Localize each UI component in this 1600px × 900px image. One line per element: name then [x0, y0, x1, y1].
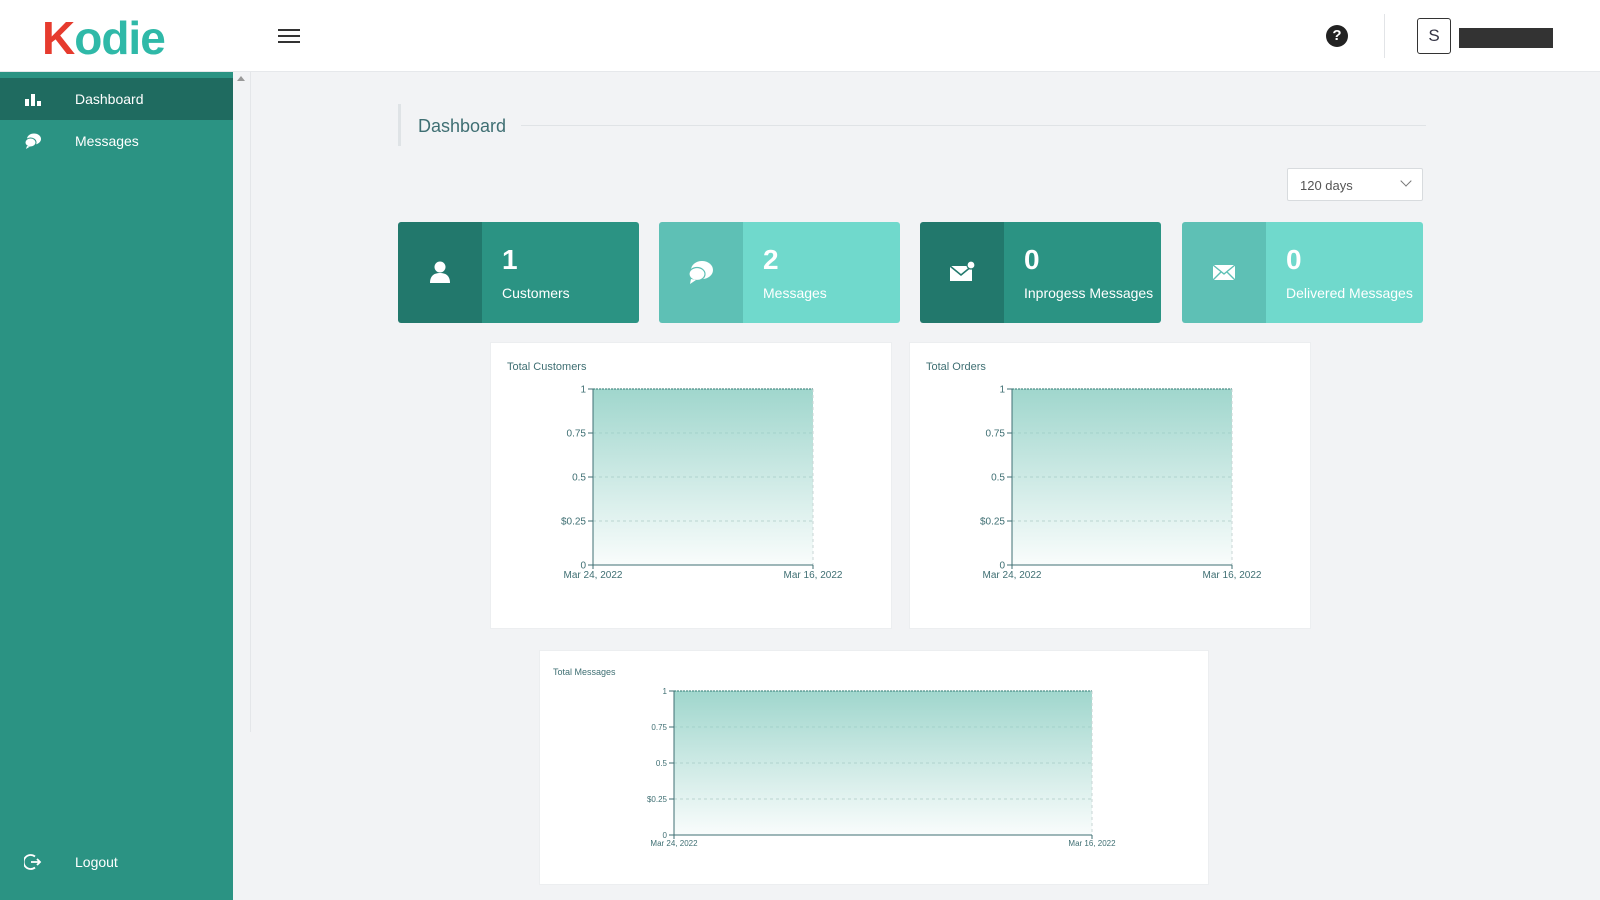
area-chart: 0$0.250.50.751Mar 24, 2022 Mar 16, 2022 [647, 687, 1116, 848]
scroll-up-arrow-icon[interactable] [237, 76, 245, 81]
page-title: Dashboard [418, 116, 507, 136]
title-divider [521, 125, 1426, 126]
sidebar-item-label: Messages [75, 133, 139, 149]
stat-icon-panel [1182, 222, 1266, 323]
sidebar-item-messages[interactable]: Messages [0, 120, 233, 162]
top-bar: Kodie ? S [0, 0, 1600, 72]
chart-card-total-orders: 0 $0.25 0.5 0.75 1 Mar 24, 2022 Mar 16, 2022 T… [909, 342, 1311, 629]
stat-label: Customers [502, 285, 570, 301]
days-range-value: 120 days [1300, 178, 1353, 193]
area-chart: 0$0.250.50.751Mar 24, 2022 Mar 16, 2022 [561, 385, 843, 582]
y-tick-label: 0.5 [572, 473, 586, 484]
envelope-dot-icon [949, 260, 976, 281]
stat-text-panel: 0 Inprogess Messages [1004, 222, 1161, 323]
stat-text-panel: 2 Messages [743, 222, 900, 323]
chat-bubble-icon [24, 133, 41, 149]
stat-value: 1 [502, 244, 518, 275]
x-tick-label: Mar 16, 2022 [1068, 839, 1116, 848]
x-tick-label: Mar 24, 2022 [650, 839, 698, 848]
stat-value: 0 [1286, 244, 1302, 275]
stat-card-inprogress-messages[interactable]: 0 Inprogess Messages [920, 222, 1161, 323]
stat-text-panel: 1 Customers [482, 222, 639, 323]
y-tick-label: 0.5 [991, 473, 1005, 484]
stat-text-panel: 0 Delivered Messages [1266, 222, 1423, 323]
stat-card-delivered-messages[interactable]: 0 Delivered Messages [1182, 222, 1423, 323]
y-tick-label: 0.75 [986, 429, 1006, 440]
y-tick-label: $0.25 [980, 517, 1005, 528]
y-tick-label: 0.75 [651, 723, 667, 732]
logout-icon [24, 854, 42, 870]
y-tick-label: 1 [663, 687, 668, 696]
kodie-logo[interactable]: Kodie [42, 14, 212, 62]
hamburger-icon[interactable] [278, 26, 300, 46]
username-redacted[interactable] [1459, 28, 1553, 48]
y-tick-label: $0.25 [647, 795, 668, 804]
stat-value: 2 [763, 244, 779, 275]
stat-icon-panel [659, 222, 743, 323]
logo-text: Kodie [42, 12, 166, 64]
sidebar-item-label: Dashboard [75, 91, 144, 107]
x-tick-label: Mar 16, 2022 [1203, 570, 1262, 581]
sidebar-scrollbar[interactable] [233, 72, 251, 732]
sidebar-item-logout[interactable]: Logout [0, 841, 233, 883]
area-fill [674, 691, 1092, 835]
header-divider [1384, 14, 1385, 58]
y-tick-label: 1 [999, 385, 1005, 396]
area-fill [593, 389, 813, 565]
chart-title: Total Customers [507, 361, 587, 373]
stat-label: Inprogess Messages [1024, 285, 1154, 301]
days-range-select[interactable]: 120 days [1287, 168, 1423, 201]
stat-label: Delivered Messages [1286, 285, 1413, 301]
envelope-icon [1212, 264, 1236, 281]
y-tick-label: 0.75 [567, 429, 587, 440]
x-tick-label: Mar 24, 2022 [564, 570, 623, 581]
area-chart: 0$0.250.50.751Mar 24, 2022 Mar 16, 2022 [980, 385, 1262, 582]
area-fill [1012, 389, 1232, 565]
sidebar-item-dashboard[interactable]: Dashboard [0, 78, 233, 120]
stat-icon-panel [398, 222, 482, 323]
stat-label: Messages [763, 285, 827, 301]
stat-value: 0 [1024, 244, 1040, 275]
stat-card-messages[interactable]: 2 Messages [659, 222, 900, 323]
x-tick-label: Mar 24, 2022 [983, 570, 1042, 581]
user-icon [430, 261, 450, 283]
chart-title: Total Messages [553, 667, 616, 677]
chart-card-total-customers: 0 $0.25 0.5 0.75 1 Mar 24, 2022 Mar 16, 2022 T… [490, 342, 892, 629]
y-tick-label: 0.5 [656, 759, 668, 768]
y-tick-label: $0.25 [561, 517, 586, 528]
chart-card-total-messages: 0 $0.25 0.5 0.75 1 Mar 24, 2022 Mar 16, 2022 T… [539, 650, 1209, 885]
page-header: Dashboard [398, 104, 1426, 146]
logout-label: Logout [75, 854, 118, 870]
chat-bubble-icon [688, 261, 713, 284]
x-tick-label: Mar 16, 2022 [784, 570, 843, 581]
stat-icon-panel [920, 222, 1004, 323]
bar-chart-icon [25, 94, 41, 106]
avatar[interactable]: S [1417, 18, 1451, 54]
stat-card-customers[interactable]: 1 Customers [398, 222, 639, 323]
help-circle-icon[interactable]: ? [1326, 25, 1348, 47]
y-tick-label: 1 [580, 385, 586, 396]
chevron-down-icon [1400, 175, 1412, 187]
sidebar: Dashboard Messages Logout [0, 72, 233, 900]
chart-title: Total Orders [926, 361, 986, 373]
